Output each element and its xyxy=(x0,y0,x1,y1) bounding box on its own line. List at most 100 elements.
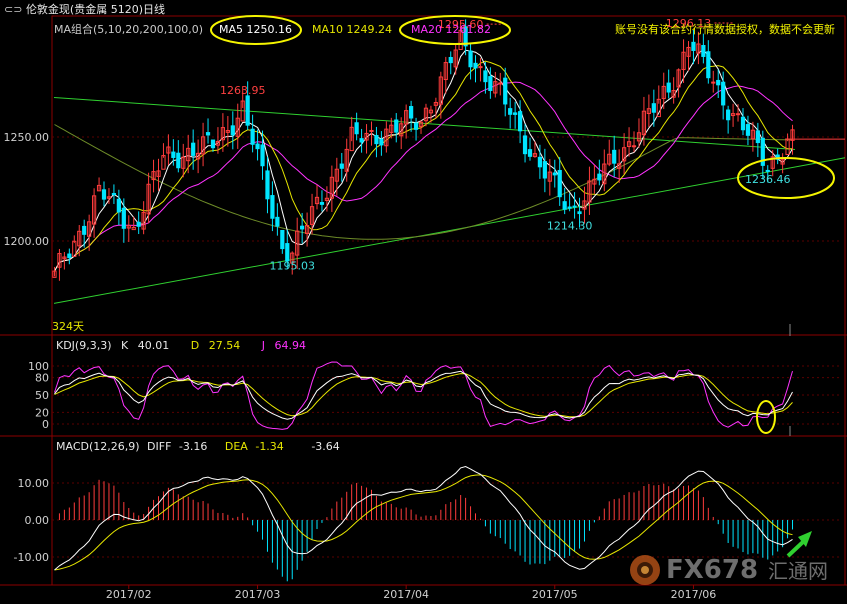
price-chart[interactable]: 1250.001200.00100805020010.000.00-10.002… xyxy=(0,0,847,604)
window-title: ⊂⊃ 伦敦金现(贵金属 5120)日线 xyxy=(4,3,165,16)
kdj-y-tick: 50 xyxy=(35,389,49,402)
candle-body xyxy=(319,202,325,205)
candle-body xyxy=(631,145,637,148)
candle-body xyxy=(210,139,216,149)
macd-title: MACD(12,26,9) xyxy=(56,440,140,453)
candle-body xyxy=(359,138,364,143)
price-annotation: 1236.46 xyxy=(745,173,791,186)
kdj-j-name: J xyxy=(261,339,265,352)
ma10-label: MA10 1249.24 xyxy=(312,23,392,36)
kdj-y-tick: 80 xyxy=(35,372,49,385)
macd-diff-value: -3.16 xyxy=(178,440,208,453)
macd-dea-value: -1.34 xyxy=(255,440,284,453)
chart-frame xyxy=(51,15,846,586)
candle-body xyxy=(171,151,176,158)
ma5-label: MA5 1250.16 xyxy=(219,23,292,36)
candle-body xyxy=(488,76,493,92)
candle-body xyxy=(745,124,751,136)
day-count-label: 324天 xyxy=(52,320,84,333)
candle-body xyxy=(735,113,741,116)
data-license-notice: 账号没有该合约行情数据授权，数据不会更新 xyxy=(615,23,835,36)
candle-body xyxy=(513,112,518,115)
title-text: 伦敦金现(贵金属 5120)日线 xyxy=(25,3,166,16)
kdj-legend: KDJ(9,3,3) K 40.01 D 27.54 J 64.94 xyxy=(56,339,306,352)
candle-body xyxy=(517,111,523,132)
upper-trend-line xyxy=(53,96,796,150)
candle-body xyxy=(557,169,562,198)
candle-body xyxy=(255,143,260,150)
candle-body xyxy=(522,135,528,155)
macd-legend: MACD(12,26,9) DIFF -3.16 DEA -1.34 -3.64 xyxy=(56,440,340,453)
watermark-suffix: 汇通网 xyxy=(768,559,828,583)
macd-dea-name: DEA xyxy=(224,440,248,453)
candle-body xyxy=(651,103,656,113)
chart-window: 1250.00 1200.00 100 80 50 20 0 10.00 0.00 -10.00 2… xyxy=(0,0,847,604)
ma20-label: MA20 1261.82 xyxy=(411,23,491,36)
x-axis-label: 2017/02 xyxy=(106,588,152,601)
price-annotation: 1263.95 xyxy=(220,84,266,97)
candle-body xyxy=(339,163,344,169)
candle-body xyxy=(67,253,72,259)
candle-body xyxy=(577,211,582,215)
candle-body xyxy=(260,144,265,167)
candle-body xyxy=(612,149,617,164)
candle-body xyxy=(116,198,121,213)
candle-body xyxy=(706,51,711,79)
candle-body xyxy=(711,81,716,84)
kdj-j-line xyxy=(54,361,793,430)
ma20-line xyxy=(54,81,793,272)
macd-y-tick: -10.00 xyxy=(14,551,49,564)
candle-body xyxy=(394,119,399,133)
candle-body xyxy=(701,45,706,57)
candle-body xyxy=(785,138,790,155)
macd-diff-name: DIFF xyxy=(147,440,172,453)
candle-body xyxy=(716,79,721,86)
ma-group-label: MA组合(5,10,20,200,100,0) xyxy=(54,23,204,36)
x-axis-label: 2017/04 xyxy=(383,588,429,601)
candle-body xyxy=(473,62,478,69)
candle-body xyxy=(136,221,141,227)
watermark-text: FX678 xyxy=(666,555,759,585)
candle-body xyxy=(503,77,508,105)
macd-y-tick: 0.00 xyxy=(25,514,50,527)
price-annotation: 1195.03 xyxy=(269,259,315,272)
candle-body xyxy=(537,156,543,168)
candle-body xyxy=(542,161,547,179)
x-axis-label: 2017/03 xyxy=(235,588,281,601)
candle-body xyxy=(82,225,87,235)
candle-body xyxy=(721,81,726,106)
candle-body xyxy=(280,229,285,250)
candle-body xyxy=(101,189,107,200)
candle-body xyxy=(72,240,77,257)
candle-body xyxy=(245,95,250,126)
candle-body xyxy=(270,195,275,219)
lower-trend-line xyxy=(53,157,846,304)
candle-body xyxy=(572,205,577,208)
candle-body xyxy=(409,106,414,119)
candle-body xyxy=(176,152,181,169)
candle-body xyxy=(755,130,760,144)
chain-icon[interactable]: ⊂⊃ xyxy=(4,3,22,16)
price-y-tick: 1250.00 xyxy=(4,131,50,144)
candle-body xyxy=(230,125,235,136)
candle-body xyxy=(191,142,196,156)
macd-y-tick: 10.00 xyxy=(18,477,50,490)
kdj-k-value: 40.01 xyxy=(137,339,170,352)
candle-body xyxy=(552,172,557,176)
kdj-title: KDJ(9,3,3) xyxy=(56,339,112,352)
candle-body xyxy=(483,70,488,83)
candle-body xyxy=(413,122,419,130)
candle-body xyxy=(562,201,567,210)
candle-body xyxy=(121,207,126,229)
candle-body xyxy=(666,82,671,93)
candle-body xyxy=(374,134,379,145)
candle-body xyxy=(567,206,572,209)
kdj-d-value: 27.54 xyxy=(208,339,241,352)
candle-body xyxy=(354,122,359,135)
candle-body xyxy=(265,170,270,200)
candle-body xyxy=(740,116,746,131)
x-axis-label: 2017/05 xyxy=(532,588,578,601)
kdj-k-name: K xyxy=(121,339,129,352)
candle-body xyxy=(379,138,384,146)
candle-body xyxy=(527,149,533,157)
